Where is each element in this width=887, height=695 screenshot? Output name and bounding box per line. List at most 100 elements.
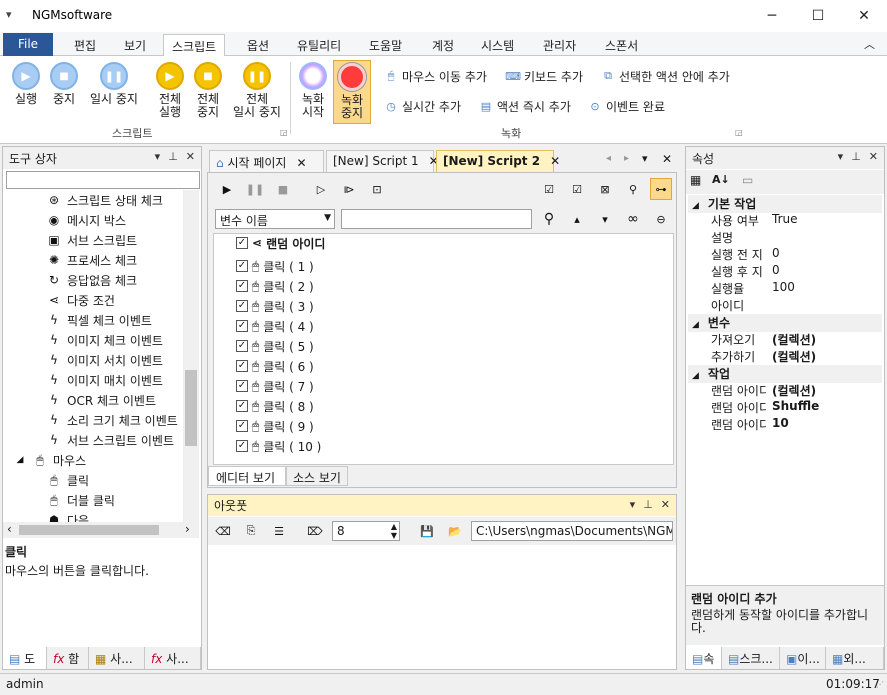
chevron-right-icon[interactable]: › — [185, 522, 190, 536]
pin-icon[interactable]: ⊥ — [168, 150, 178, 163]
property-row[interactable]: 추가하기 (컬렉션) — [688, 348, 882, 365]
close-icon[interactable]: ✕ — [550, 154, 560, 168]
log-level-stepper[interactable]: 8 ▲ ▼ — [332, 521, 400, 541]
tab-editor-view[interactable]: 에디터 보기 — [208, 466, 286, 486]
resize-grip-icon[interactable]: ⋰ — [876, 680, 884, 689]
file-tab[interactable]: File — [3, 33, 53, 56]
stop-all-button[interactable]: ■ 전체 중지 — [190, 62, 226, 119]
add-in-selected-button[interactable]: ⧉ 선택한 액션 안에 추가 — [601, 66, 730, 86]
list-item[interactable]: ✓ 🖱 클릭 ( 6 ) — [236, 356, 314, 376]
checkbox[interactable]: ✓ — [236, 360, 248, 372]
tab-admin[interactable]: 관리자 — [535, 34, 584, 56]
horizontal-scrollbar[interactable]: ‹ › — [3, 522, 199, 538]
dropdown-arrow-icon[interactable]: ▾ — [6, 8, 12, 21]
tree-category-mouse[interactable]: ◢ 🖱 마우스 — [13, 450, 87, 470]
dialog-launcher-icon[interactable]: ◲ — [280, 128, 288, 137]
property-row[interactable]: 랜덤 아이디 (컬렉션) — [688, 382, 882, 399]
checkbox[interactable]: ✓ — [236, 420, 248, 432]
property-row[interactable]: 실행 후 지0 — [688, 263, 882, 280]
tab-list-icon[interactable]: ▾ — [642, 152, 648, 165]
checkbox[interactable]: ✓ — [236, 280, 248, 292]
check-icon[interactable]: ☑ — [566, 178, 588, 200]
tab-user[interactable]: ▦ 사... — [89, 647, 145, 669]
property-row[interactable]: 실행 전 지0 — [688, 246, 882, 263]
checkbox[interactable]: ✓ — [236, 440, 248, 452]
search-icon[interactable]: ⚲ — [622, 178, 644, 200]
save-log-icon[interactable]: ⎘ — [240, 520, 262, 542]
property-row[interactable]: 아이디 — [688, 297, 882, 314]
pin-icon[interactable]: ⊥ — [851, 150, 861, 163]
checkbox[interactable]: ✓ — [236, 320, 248, 332]
close-icon[interactable]: ✕ — [661, 498, 670, 511]
list-item[interactable]: ϟ 서브 스크립트 이벤트 — [47, 430, 174, 450]
close-icon[interactable]: ✕ — [662, 152, 672, 166]
checkbox[interactable]: ✓ — [236, 340, 248, 352]
list-item[interactable]: ✓ 🖱 클릭 ( 3 ) — [236, 296, 314, 316]
list-item[interactable]: ↻ 응답없음 체크 — [47, 270, 137, 290]
property-row[interactable]: 실행율 100 — [688, 280, 882, 297]
list-item[interactable]: ⋖ 다중 조건 — [47, 290, 115, 310]
tab-toolbox[interactable]: ▤ 도 — [3, 647, 47, 669]
vertical-scrollbar[interactable] — [183, 190, 199, 522]
clean-icon[interactable]: ⌫ — [212, 520, 234, 542]
stepper-arrows-icon[interactable]: ▲ ▼ — [391, 522, 397, 540]
record-start-button[interactable]: 녹화 시작 — [296, 62, 330, 119]
tab-images[interactable]: ▣이... — [780, 647, 826, 669]
tab-nav-right-icon[interactable]: ▸ — [624, 153, 629, 164]
maximize-icon[interactable]: ☐ — [795, 0, 841, 32]
tab-source-view[interactable]: 소스 보기 — [286, 466, 348, 486]
delete-icon[interactable]: ⊠ — [594, 178, 616, 200]
stop-icon[interactable]: ■ — [272, 178, 294, 200]
list-item[interactable]: ☗ 다음 — [47, 510, 89, 522]
tab-help[interactable]: 도움말 — [361, 34, 410, 56]
dropdown-icon[interactable]: ▾ — [155, 150, 161, 163]
tab-functions[interactable]: fx 함 — [47, 647, 89, 669]
pause-button[interactable]: ❚❚ 일시 중지 — [86, 62, 142, 106]
move-up-icon[interactable]: ▴ — [566, 208, 588, 230]
property-row[interactable]: 랜덤 아이디 10 — [688, 416, 882, 433]
add-keyboard-button[interactable]: ⌨ 키보드 추가 — [505, 66, 583, 86]
list-item[interactable]: ϟ OCR 체크 이벤트 — [47, 390, 156, 410]
list-item[interactable]: ◉ 메시지 박스 — [47, 210, 126, 230]
tab-script-1[interactable]: [New] Script 1 ✕ — [326, 150, 439, 172]
property-row[interactable]: 랜덤 아이디 Shuffle — [688, 399, 882, 416]
scrollbar-thumb[interactable] — [19, 525, 159, 535]
close-icon[interactable]: ✕ — [869, 150, 878, 163]
infinity-icon[interactable]: ∞ — [622, 208, 644, 230]
tab-utility[interactable]: 유틸리티 — [289, 34, 349, 56]
list-icon[interactable]: ☰ — [268, 520, 290, 542]
step-into-icon[interactable]: ⧐ — [338, 178, 360, 200]
add-mouse-move-button[interactable]: 🖱 마우스 이동 추가 — [384, 66, 487, 86]
list-item[interactable]: ✓ 🖱 클릭 ( 9 ) — [236, 416, 314, 436]
list-item[interactable]: ✓ 🖱 클릭 ( 2 ) — [236, 276, 314, 296]
tab-sponsor[interactable]: 스폰서 — [597, 34, 646, 56]
eraser-icon[interactable]: ⌦ — [304, 520, 326, 542]
add-immediate-button[interactable]: ▤ 액션 즉시 추가 — [479, 96, 571, 116]
tab-start-page[interactable]: ⌂ 시작 페이지 ✕ — [209, 150, 324, 172]
close-icon[interactable]: ✕ — [186, 150, 195, 163]
step-icon[interactable]: ▷ — [310, 178, 332, 200]
run-all-button[interactable]: ▶ 전체 실행 — [152, 62, 188, 119]
property-category-variables[interactable]: ◢ 변수 — [688, 314, 882, 332]
toolbox-search-input[interactable] — [6, 171, 200, 189]
minimize-icon[interactable]: ─ — [749, 0, 795, 32]
scrollbar-thumb[interactable] — [185, 370, 197, 446]
list-item[interactable]: ✓ 🖱 클릭 ( 1 ) — [236, 256, 314, 276]
tab-view[interactable]: 보기 — [116, 34, 154, 56]
list-item[interactable]: ✓ ⋖ 랜덤 아이디 — [236, 233, 325, 253]
tab-script-2[interactable]: [New] Script 2 ✕ — [436, 150, 560, 172]
pause-all-button[interactable]: ❚❚ 전체 일시 중지 — [228, 62, 286, 119]
tab-options[interactable]: 옵션 — [239, 34, 277, 56]
collapse-ribbon-icon[interactable]: ︿ — [864, 36, 875, 52]
tab-script[interactable]: 스크립트 — [163, 34, 226, 58]
list-item[interactable]: ϟ 픽셀 체크 이벤트 — [47, 310, 152, 330]
list-item[interactable]: ✺ 프로세스 체크 — [47, 250, 137, 270]
list-item[interactable]: ✓ 🖱 클릭 ( 8 ) — [236, 396, 314, 416]
list-item[interactable]: ✓ 🖱 클릭 ( 5 ) — [236, 336, 314, 356]
list-item[interactable]: ϟ 이미지 체크 이벤트 — [47, 330, 163, 350]
play-icon[interactable]: ▶ — [216, 178, 238, 200]
pin-icon[interactable]: ⊥ — [643, 498, 653, 511]
checkbox[interactable]: ✓ — [236, 380, 248, 392]
categorized-icon[interactable]: ▦ — [690, 173, 701, 187]
list-item[interactable]: ϟ 이미지 서치 이벤트 — [47, 350, 163, 370]
